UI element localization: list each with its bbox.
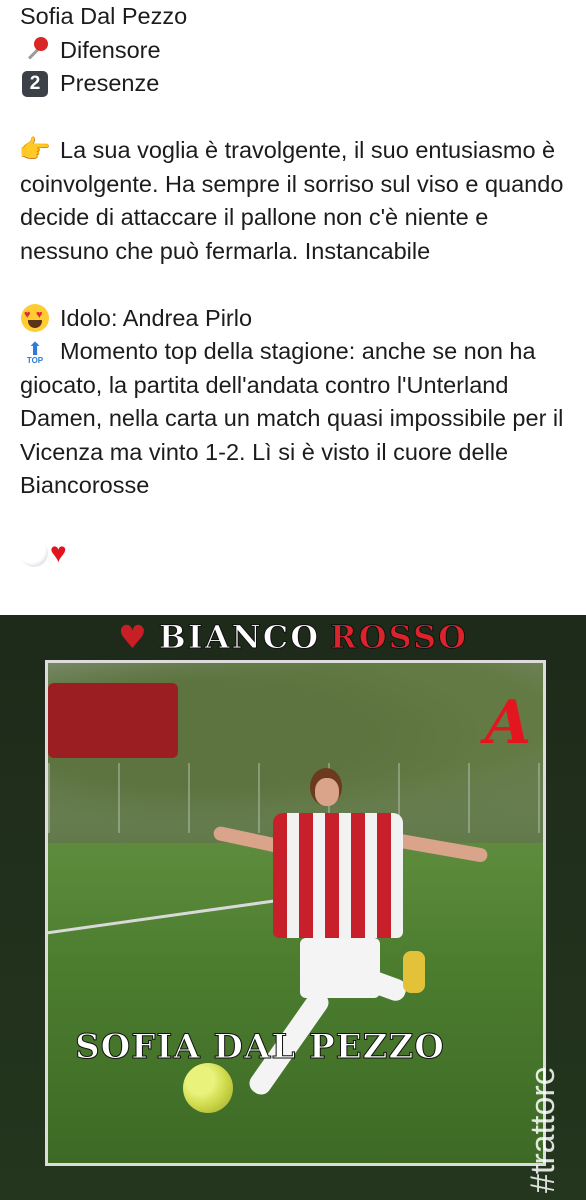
photo-scene — [45, 660, 546, 1166]
brand-part-1: BIANCO — [158, 618, 321, 657]
description-paragraph: 👉 La sua voglia è travolgente, il suo ent… — [18, 134, 576, 268]
top-arrow-icon: ⬆ TOP — [26, 338, 44, 365]
player-photo[interactable]: ♥ BIANCO ROSSO A SOFIA DAL PEZZO #trattor… — [0, 615, 586, 1200]
club-logo-a: A — [484, 688, 532, 758]
player-name-line: Sofia Dal Pezzo — [20, 0, 576, 34]
idol-line: ♥ ♥ Idolo: Andrea Pirlo — [20, 302, 576, 336]
player-name: Sofia Dal Pezzo — [20, 3, 188, 29]
red-van — [48, 683, 178, 758]
red-heart-icon: ♥ — [50, 536, 67, 568]
brand-banner: ♥ BIANCO ROSSO — [0, 615, 586, 659]
top-moment-text: Momento top della stagione: anche se non… — [20, 338, 564, 498]
banner-heart-icon: ♥ — [118, 618, 149, 656]
idol-text: Idolo: Andrea Pirlo — [60, 304, 253, 331]
backhand-index-pointing-right-icon: 👉 — [18, 134, 52, 164]
photo-hashtag: #trattore — [524, 1066, 562, 1193]
top-moment-paragraph: ⬆ TOP Momento top della stagione: anche s… — [20, 335, 576, 503]
presences-line: 2 Presenze — [20, 67, 576, 101]
post-text: Sofia Dal Pezzo Difensore 2 Presenze 👉 La… — [18, 0, 576, 570]
role-line: Difensore — [20, 34, 576, 68]
player-face — [315, 778, 339, 806]
presences-number: 2 — [22, 70, 48, 97]
top-icon-label: TOP — [26, 355, 44, 365]
description-text: La sua voglia è travolgente, il suo entu… — [20, 137, 564, 264]
role-label: Difensore — [60, 36, 161, 63]
brand-part-2: ROSSO — [330, 618, 468, 657]
player-jersey — [273, 813, 403, 938]
hearts-line: ♥ — [20, 536, 576, 570]
white-heart-icon — [20, 538, 48, 567]
presences-label: Presenze — [60, 70, 160, 96]
round-pushpin-icon — [20, 35, 50, 65]
smiling-face-with-heart-eyes-icon: ♥ ♥ — [20, 303, 50, 333]
player-boot — [403, 951, 425, 993]
keycap-2-icon: 2 — [20, 69, 50, 99]
photo-caption: SOFIA DAL PEZZO — [75, 1027, 445, 1068]
